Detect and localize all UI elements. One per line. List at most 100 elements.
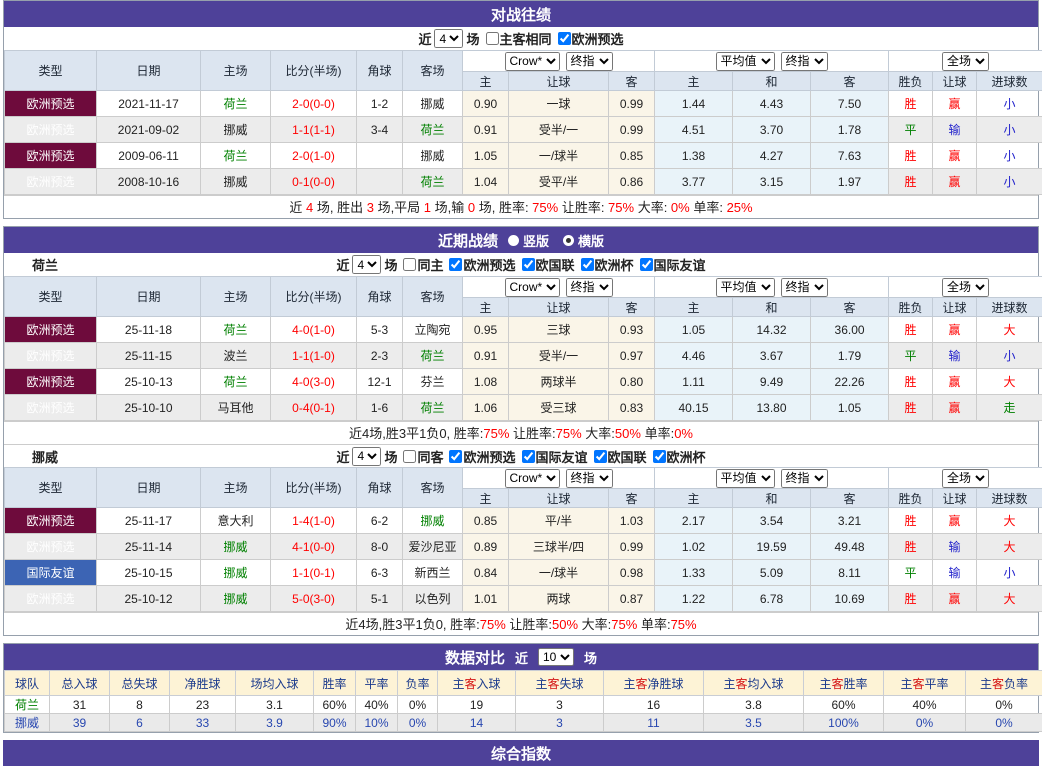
match-cell: 小 [977, 143, 1042, 169]
checkbox-input[interactable] [653, 450, 666, 463]
sub-col-header: 客 [811, 72, 889, 91]
col-header: 主场 [201, 51, 271, 91]
match-cell: 1.01 [463, 586, 509, 612]
odds-company-select[interactable]: Crow* [505, 469, 560, 488]
match-cell: 小 [977, 560, 1042, 586]
filter-checkbox-同客[interactable]: 同客 [399, 447, 443, 466]
filter-checkbox-国际友谊[interactable]: 国际友谊 [636, 255, 706, 274]
match-cell: 平/半 [509, 508, 609, 534]
match-cell: 胜 [889, 143, 933, 169]
filter-checkbox-欧洲预选[interactable]: 欧洲预选 [445, 447, 515, 466]
filter-checkbox-欧国联[interactable]: 欧国联 [518, 255, 575, 274]
match-cell: 36.00 [811, 317, 889, 343]
col-header: 比分(半场) [271, 468, 357, 508]
sub-col-header: 客 [811, 298, 889, 317]
scope-select[interactable]: 全场 [942, 469, 989, 488]
compare-title: 数据对比 [445, 647, 505, 668]
summary-segment: 大率: [582, 426, 615, 441]
layout-radio-横版[interactable]: 横版 [563, 231, 604, 250]
layout-radio-竖版[interactable]: 竖版 [508, 231, 549, 250]
filter-checkbox-欧洲预选[interactable]: 欧洲预选 [554, 29, 624, 48]
match-cell: 25-11-15 [97, 343, 201, 369]
scope-select[interactable]: 全场 [942, 278, 989, 297]
match-cell: 三球 [509, 317, 609, 343]
team1-count-select[interactable]: 4 [352, 447, 381, 466]
match-cell: 荷兰 [201, 91, 271, 117]
match-cell: 3-4 [357, 117, 403, 143]
checkbox-input[interactable] [558, 32, 571, 45]
sub-col-header: 客 [811, 489, 889, 508]
filter-checkbox-欧国联[interactable]: 欧国联 [590, 447, 647, 466]
checkbox-input[interactable] [449, 258, 462, 271]
summary-segment: 3 [367, 200, 374, 215]
filter-checkbox-欧洲杯[interactable]: 欧洲杯 [577, 255, 634, 274]
compare-cell: 60% [314, 696, 356, 714]
match-cell: 4.43 [733, 91, 811, 117]
match-cell: 4-1(0-0) [271, 534, 357, 560]
match-cell: 14.32 [733, 317, 811, 343]
match-cell: 1-1(1-0) [271, 343, 357, 369]
odds-company-select[interactable]: Crow* [505, 52, 560, 71]
checkbox-input[interactable] [640, 258, 653, 271]
filter-checkbox-欧洲预选[interactable]: 欧洲预选 [445, 255, 515, 274]
match-cell: 0.86 [609, 169, 655, 195]
col-header: 比分(半场) [271, 51, 357, 91]
match-row: 欧洲预选25-11-17意大利1-4(1-0)6-2挪威0.85平/半1.032… [5, 508, 1042, 534]
section-recent: 近期战绩 竖版横版 荷兰 近 4 场 同主欧洲预选欧国联欧洲杯国际友谊 类型日期… [3, 226, 1039, 636]
odds-stage-select[interactable]: 终指 [566, 278, 613, 297]
checkbox-input[interactable] [403, 258, 416, 271]
checkbox-input[interactable] [522, 258, 535, 271]
match-cell: 胜 [889, 534, 933, 560]
team0-count-select[interactable]: 4 [352, 255, 381, 274]
sub-col-header: 让球 [509, 72, 609, 91]
result-group: 全场 [889, 51, 1042, 72]
match-cell: 2008-10-16 [97, 169, 201, 195]
filter-checkbox-主客相同[interactable]: 主客相同 [482, 29, 552, 48]
checkbox-input[interactable] [581, 258, 594, 271]
filter-checkbox-同主[interactable]: 同主 [399, 255, 443, 274]
odds-group: Crow* 终指 [463, 51, 655, 72]
odds-company-select[interactable]: Crow* [505, 278, 560, 297]
avg-stage-select[interactable]: 终指 [781, 52, 828, 71]
checkbox-input[interactable] [403, 450, 416, 463]
match-cell: 大 [977, 586, 1042, 612]
odds-stage-select[interactable]: 终指 [566, 469, 613, 488]
match-cell: 0.97 [609, 343, 655, 369]
match-cell: 输 [933, 534, 977, 560]
sub-col-header: 胜负 [889, 298, 933, 317]
scope-select[interactable]: 全场 [942, 52, 989, 71]
match-cell: 胜 [889, 169, 933, 195]
average-select[interactable]: 平均值 [716, 469, 775, 488]
match-cell: 赢 [933, 169, 977, 195]
summary-segment: 75% [608, 200, 634, 215]
compare-table: 球队总入球总失球净胜球场均入球胜率平率负率主客入球主客失球主客净胜球主客均入球主… [4, 670, 1042, 732]
section-compare: 数据对比 近 10 场 球队总入球总失球净胜球场均入球胜率平率负率主客入球主客失… [3, 643, 1039, 733]
recent-count-prefix: 近 [336, 447, 349, 466]
match-cell: 大 [977, 534, 1042, 560]
radio-icon[interactable] [508, 235, 519, 246]
compare-cell: 3 [516, 714, 604, 732]
match-cell: 输 [933, 560, 977, 586]
average-select[interactable]: 平均值 [716, 52, 775, 71]
match-cell: 0.93 [609, 317, 655, 343]
odds-stage-select[interactable]: 终指 [566, 52, 613, 71]
checkbox-input[interactable] [486, 32, 499, 45]
checkbox-input[interactable] [594, 450, 607, 463]
radio-icon[interactable] [563, 235, 574, 246]
filter-checkbox-欧洲杯[interactable]: 欧洲杯 [649, 447, 706, 466]
summary-segment: 近4场,胜3平1负0, 胜率: [345, 617, 479, 632]
match-cell: 荷兰 [403, 117, 463, 143]
checkbox-input[interactable] [522, 450, 535, 463]
filter-checkbox-国际友谊[interactable]: 国际友谊 [518, 447, 588, 466]
avg-stage-select[interactable]: 终指 [781, 278, 828, 297]
match-cell: 0.91 [463, 343, 509, 369]
match-cell: 2021-11-17 [97, 91, 201, 117]
match-cell: 3.77 [655, 169, 733, 195]
avg-stage-select[interactable]: 终指 [781, 469, 828, 488]
match-cell: 0.87 [609, 586, 655, 612]
average-select[interactable]: 平均值 [716, 278, 775, 297]
h2h-count-select[interactable]: 4 [434, 29, 463, 48]
h2h-table: 类型日期主场比分(半场)角球客场Crow*终指平均值终指全场主让球客主和客胜负让… [4, 50, 1042, 195]
compare-count-select[interactable]: 10 [538, 648, 574, 666]
checkbox-input[interactable] [449, 450, 462, 463]
